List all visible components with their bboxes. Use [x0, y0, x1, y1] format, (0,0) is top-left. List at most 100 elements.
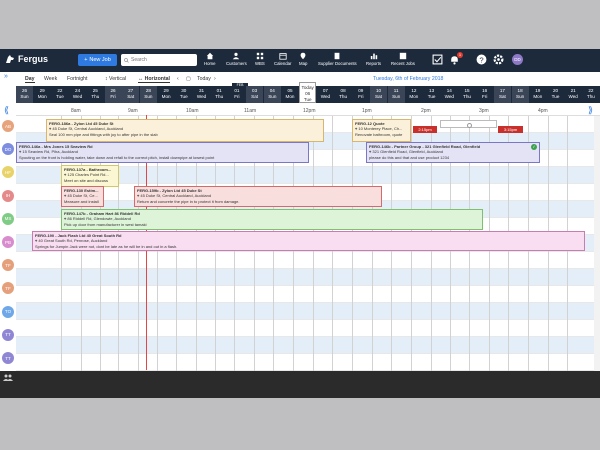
collapse-sidebar-icon[interactable]: »: [4, 73, 8, 80]
fergus-logo[interactable]: Fergus: [5, 54, 48, 64]
day-cell[interactable]: 14 Wed: [441, 86, 458, 103]
job-card[interactable]: FERG-147b - Graham Hart 86 Riddell Rd ⌖ …: [61, 209, 483, 230]
horizontal-layout-icon: ↔: [138, 76, 145, 82]
day-cell[interactable]: 04 Sun: [263, 86, 281, 103]
day-cell[interactable]: 09 Fri: [352, 86, 369, 103]
vertical-scrollbar[interactable]: [594, 116, 600, 371]
search-input[interactable]: [129, 57, 191, 63]
nav-supplier-documents[interactable]: Supplier Documents: [318, 52, 357, 66]
vertical-layout-toggle[interactable]: ↕ Vertical: [105, 76, 126, 82]
day-cell[interactable]: 08 Thu: [335, 86, 352, 103]
day-dow: Fri: [358, 94, 364, 99]
help-icon[interactable]: ?: [476, 54, 487, 65]
day-dow: Wed: [196, 94, 207, 99]
job-card[interactable]: FERG-137a - Bathroom... ⌖ 125 Charles Po…: [61, 165, 119, 187]
prev-day-button[interactable]: ‹: [177, 76, 179, 82]
day-dow: Mon: [285, 94, 295, 99]
day-cell[interactable]: 15 Thu: [459, 86, 476, 103]
day-cell[interactable]: 26 Sun: [16, 86, 33, 103]
nav-reports[interactable]: Reports: [366, 52, 381, 66]
day-cell[interactable]: 01 Fri: [228, 86, 245, 103]
day-cell[interactable]: 28 Sun: [139, 86, 157, 103]
time-label: 12pm: [303, 108, 316, 114]
day-cell[interactable]: 20 Tue: [547, 86, 564, 103]
day-cell[interactable]: 24 Wed: [69, 86, 86, 103]
today-button[interactable]: Today: [197, 76, 211, 82]
view-week-tab[interactable]: Week: [44, 76, 57, 82]
nav-customers[interactable]: Customers: [226, 52, 247, 66]
staff-avatar[interactable]: IH: [2, 189, 14, 202]
day-dow: Sat: [251, 94, 259, 99]
nav-wbs[interactable]: WBS: [255, 52, 265, 66]
day-cell[interactable]: 11 Sun: [387, 86, 405, 103]
day-cell[interactable]: 18 Sun: [511, 86, 529, 103]
day-cell[interactable]: 31 Wed: [193, 86, 210, 103]
day-cell[interactable]: 29 Mon: [158, 86, 175, 103]
top-nav-bar: Fergus + New Job Home Customers WBS Cale…: [0, 49, 600, 72]
staff-avatar[interactable]: PB: [2, 236, 14, 248]
day-cell[interactable]: 03 Sat: [246, 86, 264, 103]
date-picker-icon[interactable]: ▢: [186, 76, 191, 82]
day-cell[interactable]: 13 Tue: [423, 86, 440, 103]
staff-avatar[interactable]: HF: [2, 166, 14, 179]
staff-avatar[interactable]: AB: [2, 120, 14, 132]
next-day-button[interactable]: ›: [214, 76, 216, 82]
day-cell[interactable]: 19 Mon: [529, 86, 546, 103]
job-card[interactable]: FERG-146a - Mrs Jones 15 Seaview Rd ⌖ 15…: [16, 142, 309, 163]
scroll-time-left-arrow[interactable]: ⟪: [4, 105, 9, 116]
day-cell[interactable]: 12 Mon: [405, 86, 422, 103]
customers-icon: [233, 52, 240, 60]
day-cell[interactable]: 17 Sat: [493, 86, 511, 103]
day-cell[interactable]: 29 Mon: [34, 86, 51, 103]
job-card[interactable]: FERG-130 Estim... ⌖ 45 Duke St, Ce... Me…: [61, 186, 104, 207]
current-date-label: Tuesday, 6th of February 2018: [373, 76, 444, 82]
day-cell[interactable]: 01 Thu: [211, 86, 228, 103]
settings-gear-icon[interactable]: [493, 54, 504, 65]
day-cell[interactable]: 25 Thu: [87, 86, 104, 103]
view-fortnight-tab[interactable]: Fortnight: [67, 76, 87, 82]
staff-avatar[interactable]: TF: [2, 282, 14, 295]
day-cell[interactable]: 30 Tue: [175, 86, 192, 103]
day-cell[interactable]: 10 Sat: [370, 86, 387, 103]
team-group-icon[interactable]: [3, 374, 13, 381]
day-cell[interactable]: 07 Wed: [317, 86, 334, 103]
nav-home[interactable]: Home: [204, 52, 215, 66]
view-day-tab[interactable]: Day: [25, 76, 35, 83]
horizontal-layout-toggle[interactable]: ↔ Horizontal: [138, 76, 171, 83]
staff-avatar[interactable]: TF: [2, 259, 14, 272]
search-box[interactable]: [121, 54, 197, 66]
day-cell[interactable]: 22 Tue: [51, 86, 68, 103]
staff-avatar[interactable]: DO: [2, 143, 14, 156]
day-cell[interactable]: 27 Sat: [122, 86, 140, 103]
day-cell[interactable]: 22 Thu: [582, 86, 599, 103]
staff-avatar[interactable]: MS: [2, 212, 14, 225]
staff-avatar[interactable]: TT: [2, 352, 14, 364]
nav-recent-jobs[interactable]: Recent Jobs: [391, 52, 415, 66]
new-job-button[interactable]: + New Job: [78, 54, 117, 66]
day-cell-today[interactable]: Today 06 Tue: [299, 82, 317, 103]
reports-icon: [370, 53, 377, 60]
day-dow: Mon: [409, 94, 419, 99]
job-card[interactable]: FERG-146b - Partner Group - 321 Glenfiel…: [366, 142, 540, 163]
placeholder-slot[interactable]: [440, 120, 497, 128]
job-card[interactable]: FERG-190 - Jack Flash Ltd 40 Great South…: [32, 231, 585, 251]
nav-customers-label: Customers: [226, 61, 247, 66]
day-cell[interactable]: 26 Fri: [104, 86, 122, 103]
day-cell[interactable]: 21 Wed: [565, 86, 582, 103]
job-description: Springs for Jumpin Jack were not, dont b…: [35, 243, 178, 249]
user-avatar[interactable]: DD: [512, 54, 523, 65]
staff-avatar[interactable]: TT: [2, 328, 14, 341]
day-dow: Wed: [72, 94, 83, 99]
job-card[interactable]: FERG-159b - Zylon Ltd 45 Duke St ⌖ 45 Du…: [134, 186, 382, 207]
day-dow: Thu: [339, 94, 348, 99]
staff-avatar[interactable]: TO: [2, 305, 14, 318]
job-card[interactable]: FERG-186a - Zylon Ltd 45 Duke St ⌖ 45 Du…: [46, 119, 324, 142]
day-cell[interactable]: 16 Fri: [476, 86, 493, 103]
nav-map[interactable]: Map: [299, 52, 307, 66]
nav-calendar[interactable]: Calendar: [274, 52, 291, 66]
day-cell[interactable]: 05 Mon: [282, 86, 299, 103]
day-dow: Fri: [482, 94, 488, 99]
checkbox-tasks-icon[interactable]: [432, 54, 443, 65]
job-card[interactable]: FERG-12 Quote ⌖ 10 Monterey Place, Ch...…: [352, 119, 411, 142]
day-dow: Tue: [427, 94, 436, 99]
